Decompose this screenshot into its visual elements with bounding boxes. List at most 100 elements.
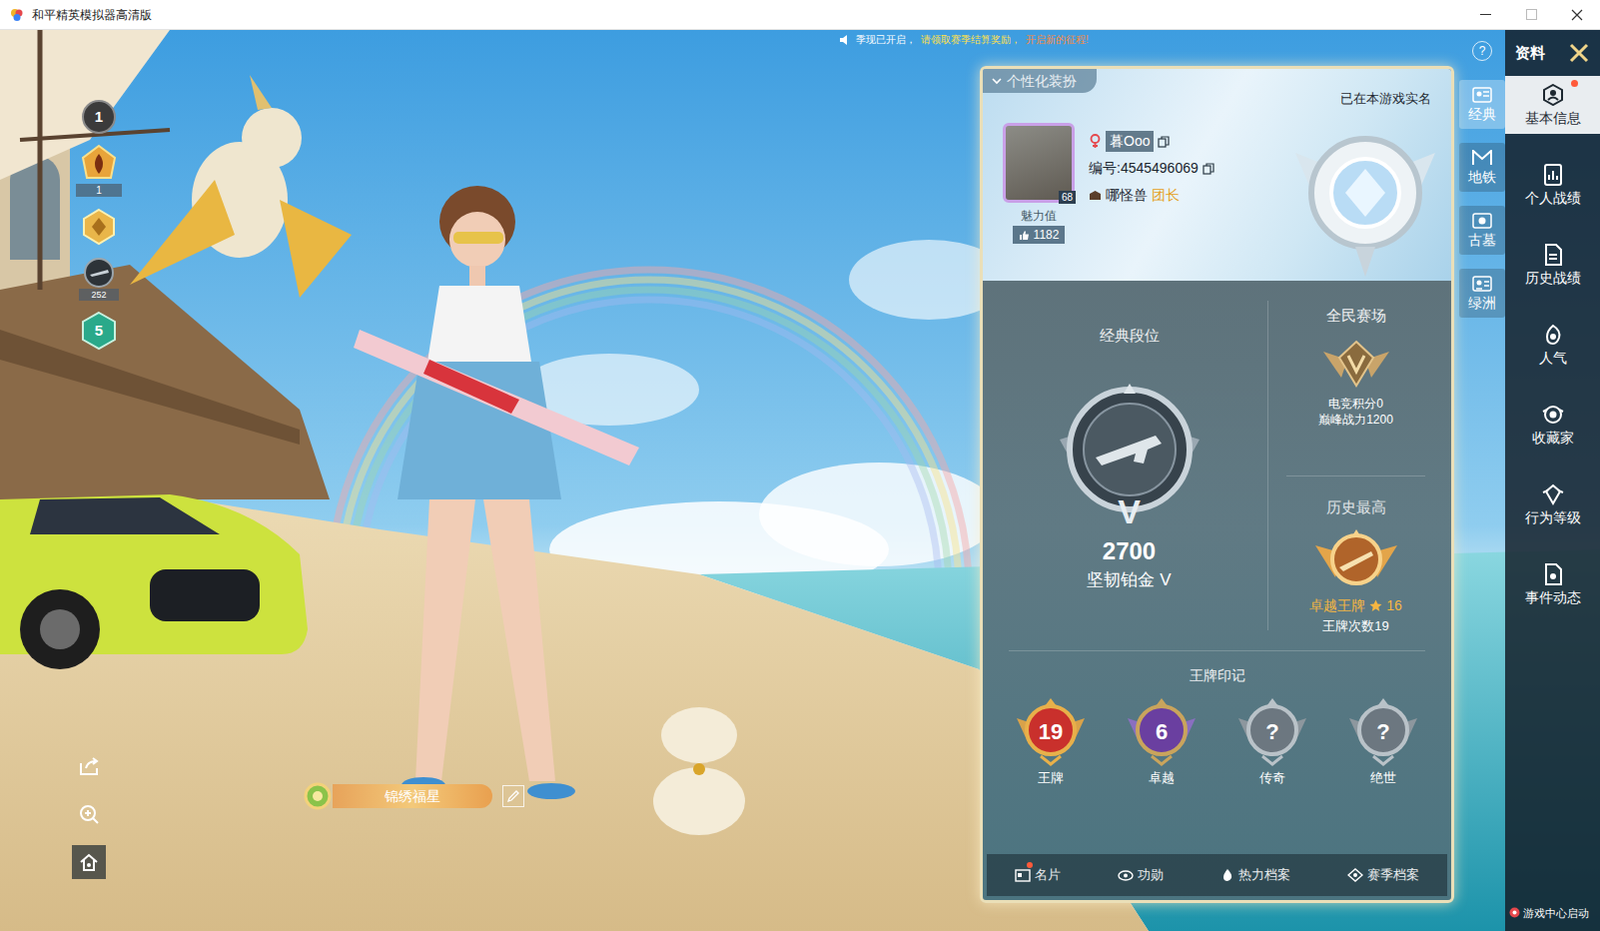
share-button[interactable] xyxy=(71,749,106,784)
nav-item[interactable]: 基本信息 xyxy=(1505,75,1600,134)
seal-item[interactable]: 6卓越 xyxy=(1119,696,1204,789)
public-arena[interactable]: 全民赛场 电竞积分0 巅峰战力1200 xyxy=(1286,280,1426,477)
app-logo-icon xyxy=(9,7,24,22)
public-arena-title: 全民赛场 xyxy=(1326,304,1387,328)
seal-badge: ? xyxy=(1347,696,1420,767)
hex-badge[interactable]: 5 xyxy=(79,310,118,351)
outfit-tab[interactable]: 个性化装扮 xyxy=(982,68,1097,93)
ace-count: 王牌次数19 xyxy=(1322,616,1389,637)
popularity-icon xyxy=(1542,323,1565,346)
nav-item[interactable]: 收藏家 xyxy=(1505,395,1600,454)
bottom-tab[interactable]: 赛季档案 xyxy=(1341,861,1426,888)
left-controls xyxy=(71,749,106,879)
mode-tab[interactable]: 绿洲 xyxy=(1459,268,1506,318)
zoom-icon xyxy=(77,802,100,825)
copy-icon[interactable] xyxy=(1202,162,1215,175)
bottom-tab[interactable]: 功勋 xyxy=(1111,861,1170,888)
notice-segment: 开启新的征程! xyxy=(1025,34,1089,45)
game-center-badge[interactable]: 游戏中心启动 xyxy=(1509,904,1600,922)
help-button[interactable]: ? xyxy=(1472,40,1493,61)
notification-dot xyxy=(1026,861,1033,868)
nav-item[interactable]: 人气 xyxy=(1505,315,1600,374)
flame-badge[interactable]: 1 xyxy=(75,143,122,197)
speaker-icon xyxy=(838,33,851,46)
seal-badge: 19 xyxy=(1014,696,1087,767)
bottom-tab[interactable]: 热力档案 xyxy=(1214,861,1297,888)
classic-emblem-letter: V xyxy=(1117,493,1141,530)
nav-item[interactable]: 历史战绩 xyxy=(1505,235,1600,294)
bottom-tab-bar: 名片 功勋 热力档案 赛季档案 xyxy=(986,853,1448,896)
notice-banner[interactable]: 季现已开启，请领取赛季结算奖励，开启新的征程! xyxy=(838,33,1089,46)
nameplate[interactable]: 锦绣福星 xyxy=(302,781,525,811)
bottom-tab-label: 功勋 xyxy=(1137,864,1164,885)
seal-label: 绝世 xyxy=(1370,768,1397,789)
esports-score: 电竞积分0 xyxy=(1328,395,1384,412)
close-window-button[interactable] xyxy=(1554,0,1600,29)
nav-title: 资料 xyxy=(1515,41,1546,65)
nav-item[interactable]: 事件动态 xyxy=(1505,555,1600,614)
flame-icon xyxy=(78,143,119,184)
gun-badge-icon xyxy=(82,256,115,289)
thumbs-up-icon xyxy=(1018,229,1030,241)
mode-tab[interactable]: 地铁 xyxy=(1459,142,1506,192)
nav-column: 资料 基本信息个人战绩历史战绩人气收藏家行为等级事件动态 游戏中心启动 xyxy=(1505,29,1600,931)
nav-item-label: 收藏家 xyxy=(1532,429,1575,447)
mode-tab[interactable]: 经典 xyxy=(1459,79,1506,129)
player-name: 暮Ooo xyxy=(1105,130,1154,152)
notice-segment: 请领取赛季结算奖励， xyxy=(920,34,1021,45)
seal-value: ? xyxy=(1265,715,1279,749)
notification-dot xyxy=(1571,79,1579,87)
seal-label: 传奇 xyxy=(1259,768,1286,789)
verified-label: 已在本游戏实名 xyxy=(1340,88,1432,109)
ace-emblem-icon xyxy=(1313,527,1400,592)
game-area: 季现已开启，请领取赛季结算奖励，开启新的征程! 1 1 252 5 xyxy=(0,29,1600,931)
medal-icon xyxy=(302,781,333,811)
close-panel-icon[interactable] xyxy=(1568,41,1591,64)
bottom-tab-label: 名片 xyxy=(1034,864,1061,885)
home-button[interactable] xyxy=(71,844,106,879)
bottom-tab[interactable]: 名片 xyxy=(1008,861,1067,888)
charm-value: 1182 xyxy=(1033,225,1060,244)
classic-rank[interactable]: 经典段位 V 2700 坚韧铂金 V xyxy=(990,300,1269,631)
avatar[interactable]: 68 xyxy=(1002,122,1075,203)
nav-item[interactable]: 行为等级 xyxy=(1505,475,1600,534)
nav-item-label: 历史战绩 xyxy=(1525,269,1582,287)
minimize-button[interactable] xyxy=(1462,0,1509,29)
home-icon xyxy=(77,850,100,873)
gold-badge-icon[interactable] xyxy=(78,206,119,247)
best-rank[interactable]: 历史最高 卓越王牌 16 王牌次数19 xyxy=(1268,476,1444,636)
team-icon xyxy=(1088,189,1102,202)
title-bar: 和平精英模拟器高清版 xyxy=(0,0,1600,30)
window-title: 和平精英模拟器高清版 xyxy=(31,8,152,21)
mode-tab[interactable]: 古墓 xyxy=(1459,205,1506,255)
classic-rank-title: 经典段位 xyxy=(1099,324,1160,348)
behavior-icon xyxy=(1541,483,1566,506)
maximize-icon xyxy=(1526,8,1538,20)
copy-icon[interactable] xyxy=(1157,135,1170,148)
edit-button[interactable] xyxy=(502,785,525,807)
season-icon xyxy=(1347,867,1364,882)
seal-item[interactable]: 19王牌 xyxy=(1008,696,1093,789)
nav-item[interactable]: 个人战绩 xyxy=(1505,155,1600,214)
seal-item[interactable]: ? 绝世 xyxy=(1341,696,1426,789)
game-center-text: 游戏中心启动 xyxy=(1523,904,1590,922)
level-badge[interactable]: 1 xyxy=(81,99,116,134)
seals-title: 王牌印记 xyxy=(1008,665,1426,687)
zoom-button[interactable] xyxy=(71,797,106,831)
maximize-button[interactable] xyxy=(1508,0,1555,29)
medal-ribbon-icon xyxy=(1117,868,1134,882)
ranks-section: 经典段位 V 2700 坚韧铂金 V 全民赛场 电竞积分0 xyxy=(982,280,1452,651)
arena-emblem-icon xyxy=(1321,337,1392,390)
gun-badge[interactable]: 252 xyxy=(78,256,119,301)
flame-icon xyxy=(1220,867,1235,882)
best-rank-title: 历史最高 xyxy=(1326,496,1387,520)
nav-item-label: 事件动态 xyxy=(1525,589,1582,607)
seal-value: 6 xyxy=(1155,715,1168,749)
outfit-tab-label: 个性化装扮 xyxy=(1006,70,1077,92)
seal-item[interactable]: ? 传奇 xyxy=(1230,696,1315,789)
player-id: 编号:4545496069 xyxy=(1088,157,1199,179)
events-icon xyxy=(1543,563,1564,586)
classic-tier: 坚韧铂金 V xyxy=(1086,567,1171,594)
profile-icon xyxy=(1542,83,1565,106)
seal-value: ? xyxy=(1376,715,1390,749)
